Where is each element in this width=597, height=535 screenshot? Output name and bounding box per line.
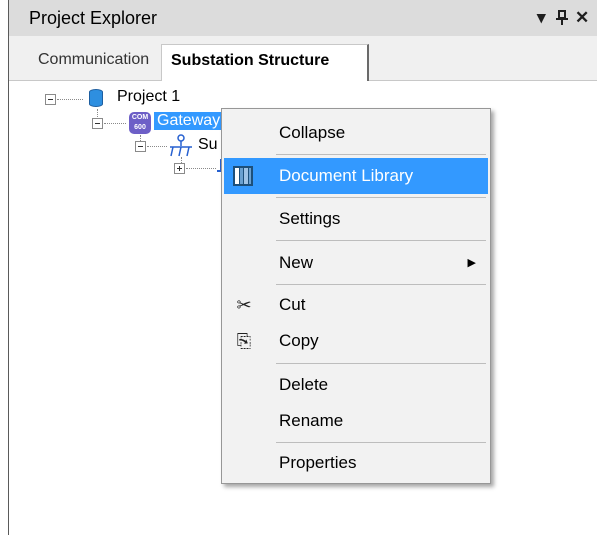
submenu-arrow-icon: ▶ — [467, 257, 476, 269]
menu-item-label: Document Library — [279, 166, 414, 185]
tab-substation-structure[interactable]: Substation Structure — [161, 44, 369, 81]
tab-strip: Communication Substation Structure — [9, 36, 597, 81]
menu-item-document-library[interactable]: Document Library — [224, 158, 488, 194]
tree-node-project-1[interactable]: Project 1 — [117, 88, 180, 106]
tree-node-substation[interactable]: Su — [198, 136, 218, 154]
close-icon[interactable]: ✕ — [575, 8, 589, 28]
menu-item-label: Copy — [279, 331, 319, 350]
menu-item-label: Collapse — [279, 123, 346, 142]
menu-item-label: Rename — [279, 411, 344, 430]
scissors-icon: ✂ — [236, 295, 252, 315]
menu-item-label: Settings — [279, 209, 341, 228]
menu-item-rename[interactable]: Rename — [224, 403, 488, 439]
menu-item-copy[interactable]: ⎘ Copy — [224, 323, 488, 359]
menu-item-new[interactable]: New ▶ — [224, 245, 488, 281]
gateway-icon-text-top: COM — [131, 114, 149, 121]
database-icon — [89, 89, 103, 107]
menu-item-label: Properties — [279, 453, 357, 472]
tree-line — [186, 168, 216, 169]
menu-item-label: New — [279, 253, 314, 272]
panel-titlebar: Project Explorer ▾ ✕ — [9, 0, 597, 36]
collapse-expander-project[interactable] — [45, 94, 56, 105]
dropdown-icon[interactable]: ▾ — [537, 8, 546, 28]
gateway-icon: COM 600 — [129, 112, 151, 134]
menu-separator — [276, 363, 486, 364]
tree-node-gateway[interactable]: Gateway — [154, 112, 224, 130]
menu-item-collapse[interactable]: Collapse — [224, 115, 488, 151]
context-menu: Collapse Document Library Settings New ▶… — [221, 108, 491, 484]
document-library-icon — [232, 164, 254, 188]
menu-item-delete[interactable]: Delete — [224, 367, 488, 403]
collapse-expander-substation[interactable] — [135, 141, 146, 152]
menu-item-properties[interactable]: Properties — [224, 445, 488, 481]
menu-separator — [276, 284, 486, 285]
menu-separator — [276, 154, 486, 155]
tree-line — [147, 146, 167, 147]
expand-expander-child[interactable] — [174, 163, 185, 174]
tab-communication[interactable]: Communication — [29, 44, 158, 78]
tree-line — [104, 123, 126, 124]
menu-separator — [276, 197, 486, 198]
tree-line — [57, 99, 83, 100]
menu-separator — [276, 240, 486, 241]
menu-item-settings[interactable]: Settings — [224, 201, 488, 237]
menu-item-label: Cut — [279, 295, 306, 314]
pin-icon[interactable] — [556, 8, 568, 31]
menu-item-cut[interactable]: ✂ Cut — [224, 287, 488, 323]
menu-item-label: Delete — [279, 375, 329, 394]
gateway-icon-text-bottom: 600 — [134, 124, 146, 131]
window-left-border — [0, 0, 9, 535]
menu-separator — [276, 442, 486, 443]
collapse-expander-gateway[interactable] — [92, 118, 103, 129]
copy-icon: ⎘ — [236, 331, 252, 351]
panel-title: Project Explorer — [29, 8, 158, 28]
